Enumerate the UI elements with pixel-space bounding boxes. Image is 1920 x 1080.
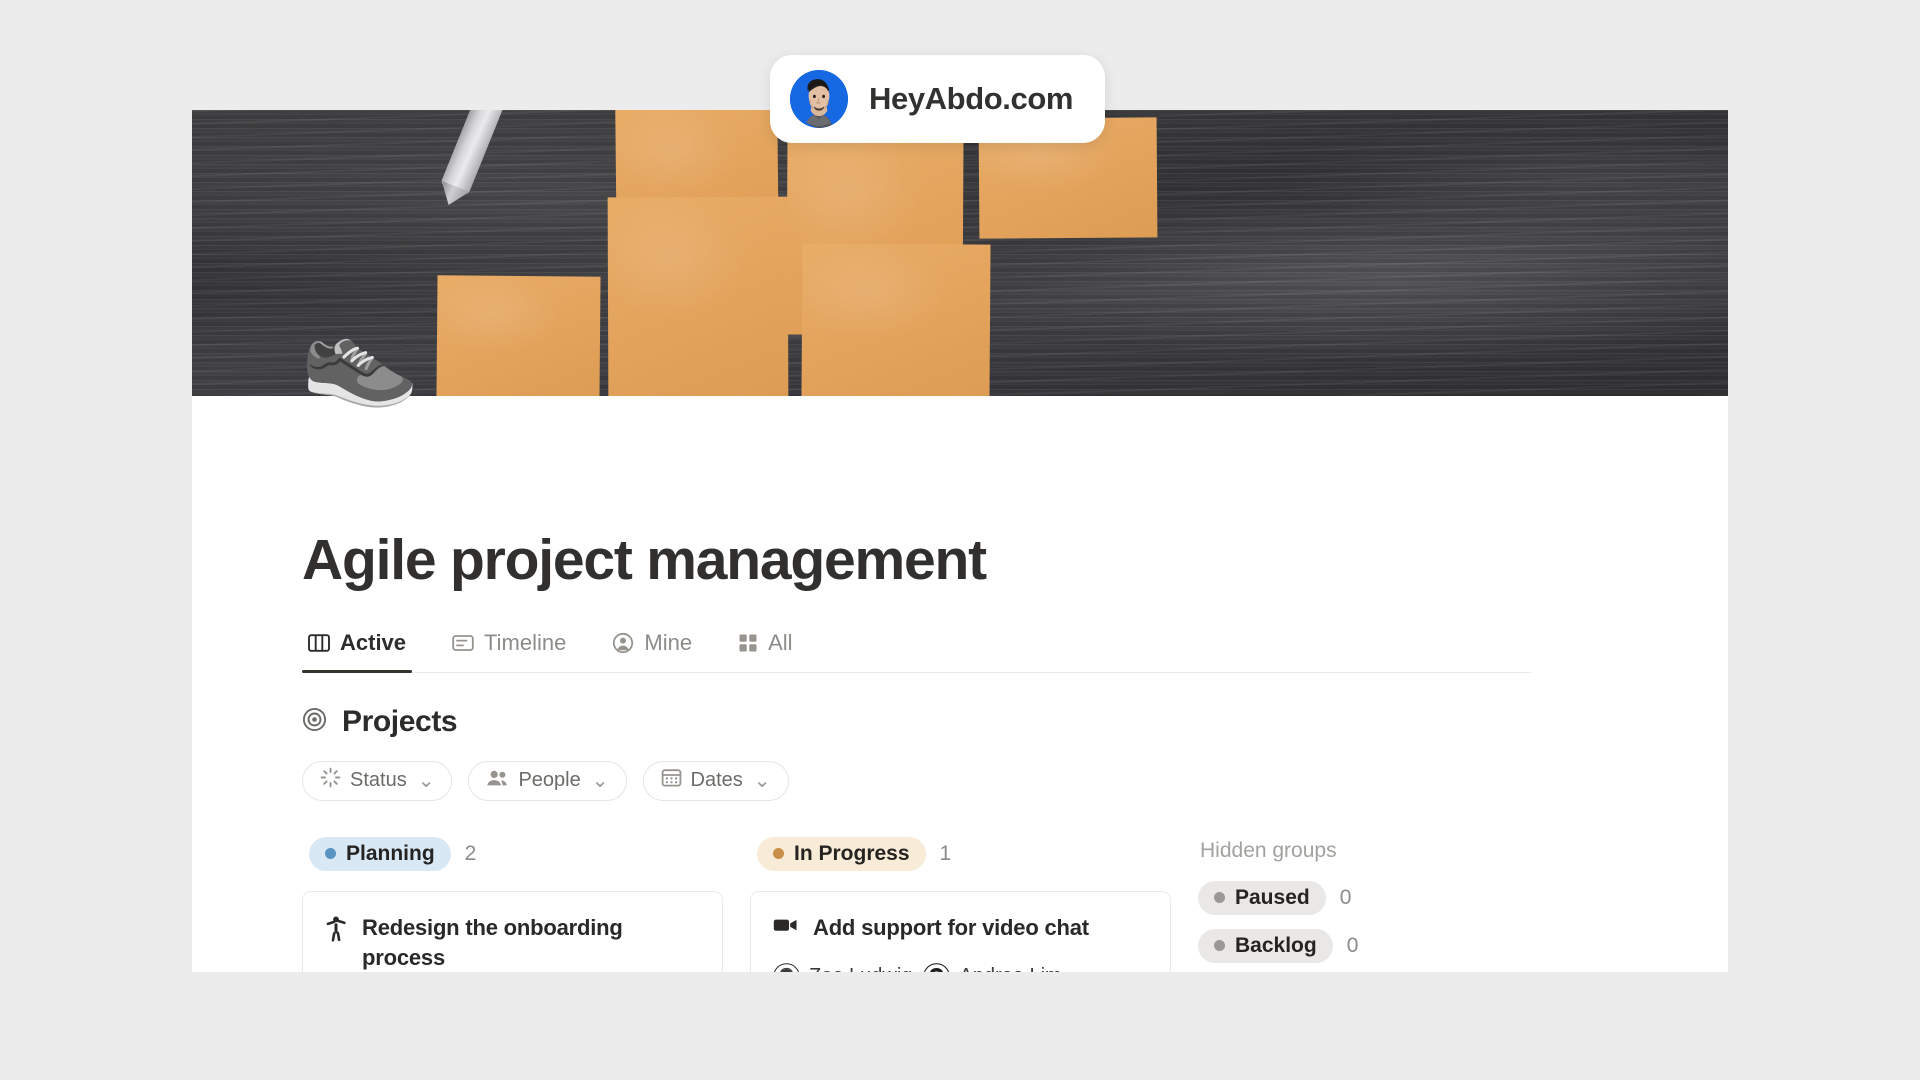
board-columns: Planning 2 Redesign the onboarding proce… — [302, 836, 1618, 972]
avatar — [773, 962, 800, 972]
filter-status[interactable]: Status ⌄ — [302, 760, 453, 801]
running-shoe-icon[interactable]: 👟 — [300, 308, 420, 404]
chevron-down-icon: ⌄ — [591, 770, 609, 793]
section-header: Projects — [302, 705, 1618, 739]
profile-photo-avatar — [790, 70, 848, 128]
board-column-in-progress: In Progress 1 Add support for video chat — [750, 836, 1171, 972]
people-icon — [486, 769, 509, 793]
avatar-illustration — [790, 70, 848, 128]
sticky-note — [801, 243, 991, 396]
grid-icon — [738, 633, 758, 653]
status-dot-icon — [1214, 940, 1225, 952]
board-column-planning: Planning 2 Redesign the onboarding proce… — [302, 836, 723, 972]
screen: 👟 Agile project management Active Timeli… — [0, 0, 1920, 1080]
filter-people[interactable]: People ⌄ — [468, 760, 627, 801]
group-count: 2 — [464, 841, 477, 865]
spinner-icon — [320, 767, 341, 794]
group-count: 0 — [1339, 885, 1352, 909]
site-name: HeyAbdo.com — [869, 81, 1074, 116]
status-dot-icon — [1214, 892, 1225, 904]
group-header[interactable]: Planning 2 — [302, 836, 723, 871]
assignee-name: Andrea Lim — [959, 965, 1061, 972]
assignee-name: Zoe Ludwig — [809, 965, 912, 972]
view-tabs: Active Timeline Mine All — [302, 629, 1531, 674]
project-card[interactable]: Redesign the onboarding process — [302, 890, 723, 972]
assignee[interactable]: Andrea Lim — [923, 962, 1062, 972]
filter-label: Status — [350, 769, 407, 792]
target-icon — [302, 707, 327, 737]
page-cover-image[interactable] — [192, 110, 1728, 396]
group-name: Backlog — [1235, 933, 1317, 957]
section-title: Projects — [342, 704, 458, 738]
tab-active[interactable]: Active — [302, 629, 413, 674]
timeline-icon — [452, 633, 474, 653]
hidden-groups-label: Hidden groups — [1200, 838, 1337, 862]
tab-label: Active — [340, 629, 407, 655]
assignee[interactable]: Zoe Ludwig — [773, 962, 912, 972]
page-title: Agile project management — [302, 528, 987, 592]
tab-timeline[interactable]: Timeline — [446, 630, 572, 672]
video-camera-icon — [773, 916, 798, 939]
tab-label: Timeline — [484, 629, 567, 655]
calendar-icon — [661, 767, 682, 794]
sticky-note — [436, 275, 601, 396]
tab-all[interactable]: All — [732, 630, 798, 672]
status-dot-icon — [773, 848, 784, 860]
filter-label: Dates — [690, 769, 743, 792]
page-content: Agile project management Active Timeline… — [192, 529, 1728, 972]
filter-label: People — [518, 769, 581, 792]
hidden-group-backlog[interactable]: Backlog 0 — [1198, 928, 1578, 963]
chevron-down-icon: ⌄ — [753, 770, 771, 793]
board-columns-icon — [308, 633, 330, 653]
project-card[interactable]: Add support for video chat — [750, 890, 1171, 972]
chevron-down-icon: ⌄ — [417, 770, 435, 793]
tab-mine[interactable]: Mine — [606, 630, 698, 672]
hidden-group-paused[interactable]: Paused 0 — [1198, 880, 1578, 915]
group-name: In Progress — [794, 841, 910, 865]
card-assignees: Zoe Ludwig — [773, 962, 1148, 972]
person-raised-arms-icon — [325, 916, 347, 947]
group-name: Planning — [346, 841, 435, 865]
filter-dates[interactable]: Dates ⌄ — [642, 760, 789, 801]
status-badge[interactable]: Planning — [309, 836, 451, 871]
group-count: 1 — [939, 841, 952, 865]
card-title: Redesign the onboarding process — [362, 914, 623, 970]
status-badge[interactable]: Paused — [1198, 880, 1326, 915]
sticky-note — [607, 196, 789, 396]
notion-page: 👟 Agile project management Active Timeli… — [192, 110, 1728, 972]
group-header[interactable]: In Progress 1 — [750, 836, 1171, 871]
hidden-groups-panel: Hidden groups Paused 0 Backlog 0 — [1198, 837, 1578, 972]
status-badge[interactable]: Backlog — [1198, 928, 1333, 963]
group-name: Paused — [1235, 885, 1310, 909]
watermark-badge[interactable]: HeyAbdo.com — [770, 55, 1106, 143]
person-circle-icon — [612, 632, 634, 654]
group-count: 0 — [1346, 933, 1359, 957]
avatar — [924, 962, 950, 972]
status-badge[interactable]: In Progress — [757, 836, 926, 871]
card-title: Add support for video chat — [813, 914, 1089, 940]
tab-label: All — [768, 629, 793, 655]
status-dot-icon — [325, 848, 336, 860]
filter-bar: Status ⌄ People ⌄ Dates ⌄ — [302, 760, 1618, 801]
tab-label: Mine — [644, 629, 693, 655]
